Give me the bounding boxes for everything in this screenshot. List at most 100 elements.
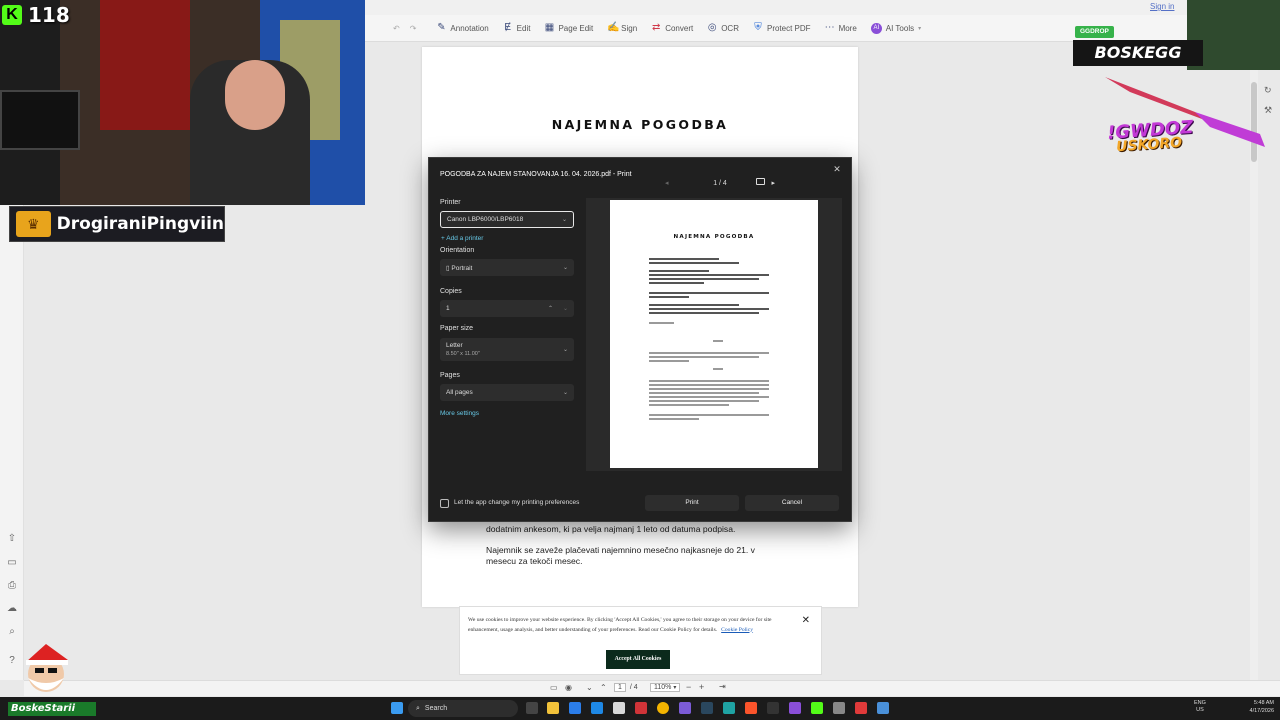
toolbar-page-edit[interactable]: ▦ Page Edit — [544, 23, 593, 33]
clock[interactable]: 5:48 AM 4/17/2026 — [1250, 699, 1274, 715]
windows-start-icon[interactable] — [391, 702, 403, 714]
eye-icon[interactable]: ◉ — [565, 683, 572, 692]
app-icon[interactable] — [789, 702, 801, 714]
app-icon[interactable] — [569, 702, 581, 714]
settings-icon[interactable] — [833, 702, 845, 714]
dialog-title: POGODBA ZA NAJEM STANOVANJA 16. 04. 2026… — [440, 171, 632, 178]
copies-stepper[interactable]: 1 ⌃ ⌄ — [440, 300, 574, 317]
print-icon[interactable]: ⎙ — [6, 580, 18, 592]
preview-text-line — [649, 258, 719, 260]
add-printer-link[interactable]: + Add a printer — [441, 235, 483, 242]
preview-text-line — [713, 368, 723, 370]
app-icon[interactable] — [613, 702, 625, 714]
close-icon[interactable]: ✕ — [830, 162, 844, 176]
kick-icon[interactable] — [811, 702, 823, 714]
printer-select[interactable]: Canon LBP6000/LBP6018 ⌄ — [440, 211, 574, 228]
toolbar-edit[interactable]: Ɇ Edit — [503, 23, 530, 33]
webcam-overlay: K 118 — [0, 0, 365, 205]
zoom-in-icon[interactable]: + — [699, 682, 704, 692]
toolbar-annotation[interactable]: ✎ Annotation — [436, 23, 488, 33]
kick-logo: K — [2, 5, 22, 25]
app-preferences-checkbox[interactable] — [440, 499, 449, 508]
print-button[interactable]: Print — [645, 495, 739, 511]
ai-icon: AI — [870, 22, 882, 34]
cloud-icon[interactable]: ☁ — [6, 603, 18, 615]
paper-size-select[interactable]: Letter 8.50" x 11.00" ⌄ — [440, 338, 574, 361]
print-preview: NAJEMNA POGODBA — [586, 198, 842, 471]
search-icon[interactable]: ⌕ — [6, 626, 18, 638]
preview-text-line — [649, 414, 769, 416]
next-page-icon[interactable]: ▸ — [771, 179, 775, 187]
toolbar-sign[interactable]: ✍ Sign — [607, 23, 637, 33]
toolbar-more[interactable]: ⋯ More — [825, 23, 857, 33]
zoom-out-icon[interactable]: − — [686, 682, 691, 692]
fit-page-icon[interactable] — [756, 178, 765, 185]
taskbar-search[interactable]: ⌕ Search — [408, 700, 518, 717]
preview-text-line — [649, 304, 739, 306]
moderator-name: BoskeStarii — [8, 702, 96, 716]
preview-text-line — [649, 274, 769, 276]
stamp-icon[interactable]: ▭ — [6, 557, 18, 569]
chrome-icon[interactable] — [657, 702, 669, 714]
sign-in-link[interactable]: Sign in — [1150, 2, 1174, 11]
crown-icon: ♛ — [16, 211, 51, 237]
copies-label: Copies — [440, 288, 462, 295]
cookie-policy-link[interactable]: Cookie Policy — [721, 627, 753, 633]
print-dialog: POGODBA ZA NAJEM STANOVANJA 16. 04. 2026… — [428, 157, 852, 522]
chevron-up-icon[interactable]: ⌃ — [548, 305, 553, 312]
toolbar-convert[interactable]: ⇄ Convert — [651, 23, 693, 33]
preview-text-line — [649, 282, 704, 284]
pages-select[interactable]: All pages ⌄ — [440, 384, 574, 401]
app-icon[interactable] — [679, 702, 691, 714]
orientation-label: Orientation — [440, 247, 475, 254]
preview-text-line — [649, 262, 739, 264]
app-preferences-label: Let the app change my printing preferenc… — [454, 499, 580, 506]
redo-icon[interactable]: ↷ — [410, 24, 417, 33]
printer-label: Printer — [440, 199, 461, 206]
prev-page-icon[interactable]: ◂ — [665, 179, 669, 187]
toolbar-ai-tools[interactable]: AI AI Tools ▾ — [870, 22, 921, 34]
accept-cookies-button[interactable]: Accept All Cookies — [606, 650, 670, 669]
cancel-button[interactable]: Cancel — [745, 495, 839, 511]
cookie-banner: We use cookies to improve your website e… — [459, 606, 822, 675]
preview-text-line — [649, 308, 769, 310]
page-number-input[interactable]: 1 — [614, 683, 626, 692]
page-edit-icon: ▦ — [544, 22, 555, 33]
more-settings-link[interactable]: More settings — [440, 410, 479, 417]
file-explorer-icon[interactable] — [547, 702, 559, 714]
task-view-icon[interactable] — [526, 702, 538, 714]
undo-icon[interactable]: ↶ — [393, 24, 400, 33]
zoom-select[interactable]: 110% ▾ — [650, 683, 681, 692]
more-icon: ⋯ — [824, 22, 835, 33]
view-mode-icon[interactable]: ▭ — [550, 683, 558, 692]
upload-icon[interactable]: ⇧ — [6, 533, 18, 545]
app-icon[interactable] — [767, 702, 779, 714]
pdf-app-icon[interactable] — [855, 702, 867, 714]
chevron-down-icon: ⌄ — [562, 390, 568, 396]
left-sidebar: ⇧ ▭ ⎙ ☁ ⌕ ? — [0, 205, 24, 680]
app-icon[interactable] — [877, 702, 889, 714]
preview-text-line — [649, 404, 729, 406]
app-icon[interactable] — [635, 702, 647, 714]
preview-text-line — [649, 270, 709, 272]
edge-icon[interactable] — [723, 702, 735, 714]
preview-text-line — [649, 352, 769, 354]
toolbar-ocr[interactable]: ◎ OCR — [707, 23, 739, 33]
document-line: mesecu za tekoči mesec. — [486, 556, 583, 566]
steam-icon[interactable] — [701, 702, 713, 714]
brave-icon[interactable] — [745, 702, 757, 714]
close-icon[interactable]: ✕ — [802, 615, 810, 626]
streamer-name-plate: ♛ DrogiraniPingviin — [9, 206, 225, 242]
toolbar-protect-pdf[interactable]: ⛨ Protect PDF — [753, 23, 810, 33]
language-indicator[interactable]: ENG US — [1194, 700, 1206, 714]
chevron-down-icon: ⌄ — [562, 347, 568, 353]
preview-text-line — [649, 418, 699, 420]
chevron-down-icon[interactable]: ⌄ — [586, 683, 593, 692]
santa-avatar-icon — [26, 644, 68, 692]
preview-text-line — [649, 396, 769, 398]
chevron-up-icon[interactable]: ⌃ — [600, 683, 607, 692]
app-icon[interactable] — [591, 702, 603, 714]
fit-width-icon[interactable]: ⇥ — [719, 682, 726, 691]
chevron-down-icon[interactable]: ⌄ — [563, 305, 568, 312]
orientation-select[interactable]: ▯ Portrait ⌄ — [440, 259, 574, 276]
